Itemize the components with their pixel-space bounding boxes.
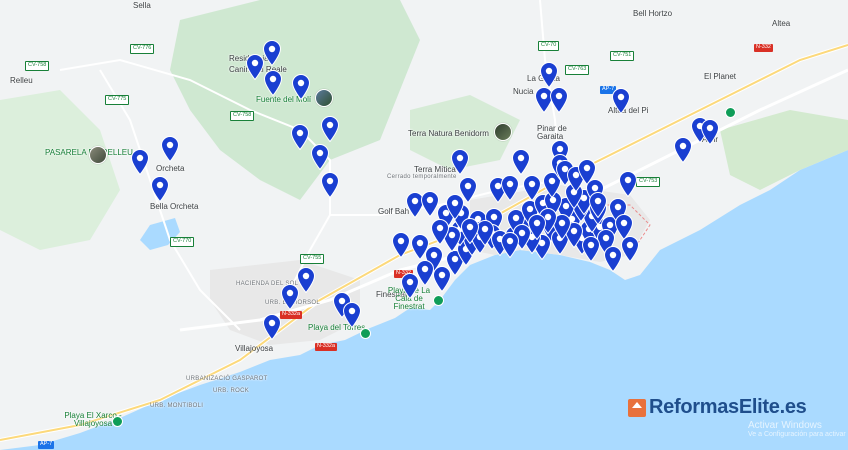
location-pin-icon[interactable] — [618, 171, 638, 198]
windows-activation-notice: Activar Windows Ve a Configuración para … — [748, 420, 846, 439]
road-shield: N-332a — [280, 311, 303, 319]
beach-poi-icon[interactable] — [433, 295, 444, 306]
location-pin-icon[interactable] — [291, 74, 311, 101]
location-pin-icon[interactable] — [263, 70, 283, 97]
location-pin-icon[interactable] — [549, 87, 569, 114]
location-pin-icon[interactable] — [700, 119, 720, 146]
place-label[interactable]: Bell Hortzo — [633, 10, 672, 18]
place-label[interactable]: URB. MONTIBOLI — [150, 403, 203, 409]
location-pin-icon[interactable] — [342, 302, 362, 329]
beach-poi-icon[interactable] — [360, 328, 371, 339]
road-shield: CV-758 — [25, 61, 50, 71]
location-pin-icon[interactable] — [500, 175, 520, 202]
place-label[interactable]: Bella Orcheta — [150, 203, 198, 211]
location-pin-icon[interactable] — [611, 88, 631, 115]
place-label[interactable]: El Planet — [704, 73, 736, 81]
location-pin-icon[interactable] — [620, 236, 640, 263]
photo-thumbnail[interactable] — [494, 123, 512, 141]
location-pin-icon[interactable] — [391, 232, 411, 259]
location-pin-icon[interactable] — [280, 284, 300, 311]
photo-thumbnail[interactable] — [89, 146, 107, 164]
road-shield: CV-758 — [230, 111, 255, 121]
location-pin-icon[interactable] — [581, 236, 601, 263]
land-area — [0, 0, 848, 450]
road-shield: N-332a — [315, 343, 338, 351]
windows-activation-subtitle: Ve a Configuración para activar — [748, 431, 846, 438]
location-pin-icon[interactable] — [603, 246, 623, 273]
house-logo-icon — [628, 398, 646, 417]
place-label[interactable]: Relleu — [10, 77, 33, 85]
location-pin-icon[interactable] — [310, 144, 330, 171]
location-pin-icon[interactable] — [320, 172, 340, 199]
road-shield: CV-751 — [610, 51, 635, 61]
location-pin-icon[interactable] — [500, 232, 520, 259]
location-pin-icon[interactable] — [130, 149, 150, 176]
location-pin-icon[interactable] — [430, 219, 450, 246]
location-pin-icon[interactable] — [511, 149, 531, 176]
location-pin-icon[interactable] — [445, 194, 465, 221]
place-label[interactable]: Orcheta — [156, 165, 184, 173]
location-pin-icon[interactable] — [262, 40, 282, 67]
road-shield: CV-770 — [170, 237, 195, 247]
location-pin-icon[interactable] — [450, 149, 470, 176]
location-pin-icon[interactable] — [262, 314, 282, 341]
road-shield: CV-753 — [636, 177, 661, 187]
road-shield: CV-776 — [130, 44, 155, 54]
road-shield: CV-763 — [565, 65, 590, 75]
brand-name: ReformasElite.es — [649, 396, 807, 418]
park-poi-icon[interactable] — [725, 107, 736, 118]
location-pin-icon[interactable] — [400, 273, 420, 300]
beach-poi-icon[interactable] — [112, 416, 123, 427]
road-shield: CV-70 — [538, 41, 560, 51]
road-shield: AP-7 — [38, 441, 55, 449]
location-pin-icon[interactable] — [150, 176, 170, 203]
location-pin-icon[interactable] — [320, 116, 340, 143]
location-pin-icon[interactable] — [673, 137, 693, 164]
brand-watermark: ReformasElite.es — [628, 396, 807, 419]
place-label[interactable]: Cerrado temporalmente — [387, 174, 457, 180]
place-label[interactable]: Pinar de Garaita — [537, 125, 579, 141]
location-pin-icon[interactable] — [290, 124, 310, 151]
map-base — [0, 0, 848, 450]
photo-thumbnail[interactable] — [315, 89, 333, 107]
road-shield: CV-775 — [105, 95, 130, 105]
place-label[interactable]: Nucia — [513, 88, 533, 96]
place-label[interactable]: URB. ROCK — [213, 388, 249, 394]
place-label[interactable]: Villajoyosa — [235, 345, 273, 353]
location-pin-icon[interactable] — [588, 192, 608, 219]
location-pin-icon[interactable] — [460, 218, 480, 245]
place-label[interactable]: Altea — [772, 20, 790, 28]
place-label[interactable]: URBANIZACIÓ GASPAROT — [186, 376, 268, 382]
map-canvas[interactable]: SellaBell HortzoAlteaRelleuResidenciaCan… — [0, 0, 848, 450]
place-label[interactable]: Terra Natura Benidorm — [408, 130, 489, 138]
road-shield: CV-755 — [300, 254, 325, 264]
place-label[interactable]: Sella — [133, 2, 151, 10]
location-pin-icon[interactable] — [539, 62, 559, 89]
windows-activation-title: Activar Windows — [748, 420, 822, 431]
location-pin-icon[interactable] — [245, 54, 265, 81]
location-pin-icon[interactable] — [160, 136, 180, 163]
road-shield: N-332 — [754, 44, 773, 52]
